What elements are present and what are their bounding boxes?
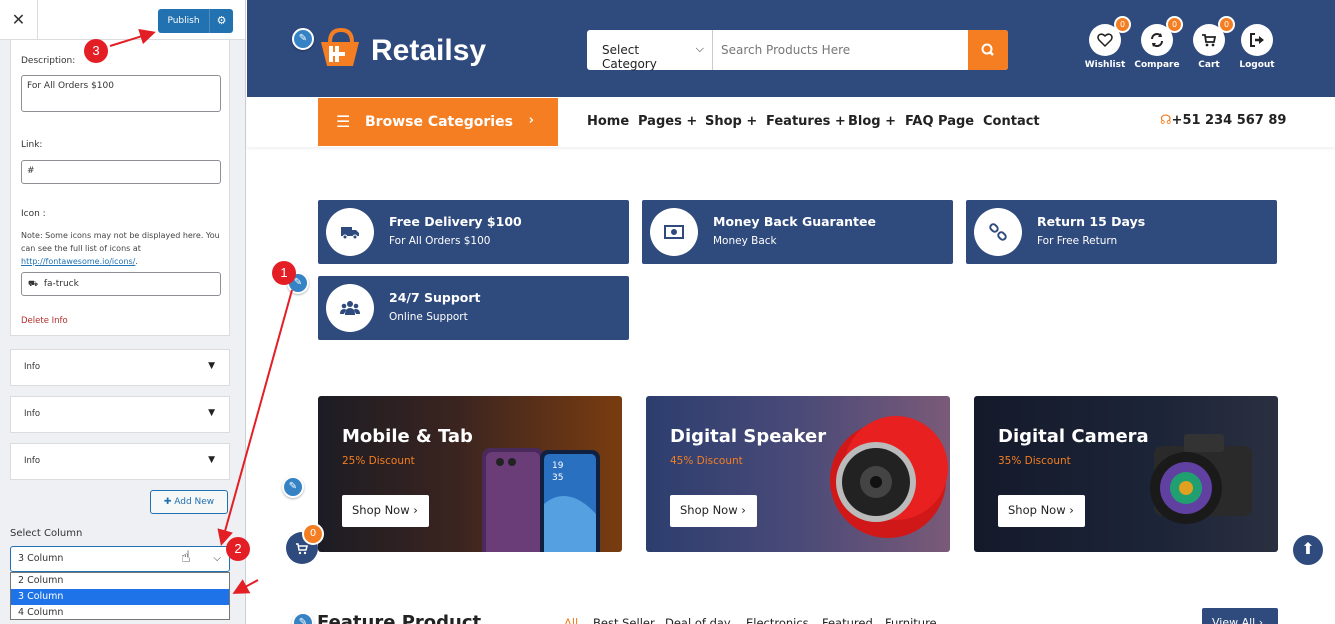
annotation-arrows xyxy=(109,28,293,594)
screen: ✕ Publish ⚙ Description: For All Orders … xyxy=(0,0,1335,624)
annotation-marker-2: 2 xyxy=(226,537,250,561)
annotation-marker-3: 3 xyxy=(84,39,108,63)
annotation-marker-1: 1 xyxy=(272,261,296,285)
